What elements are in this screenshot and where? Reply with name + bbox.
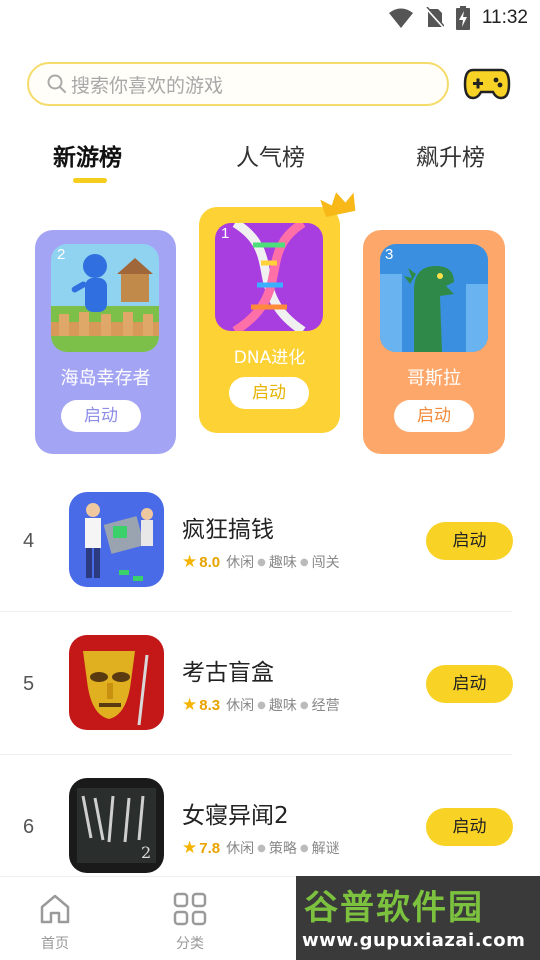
game-meta: ★ 8.3 休闲 ● 趣味 ● 经营 xyxy=(182,695,340,715)
game-icon-archaeology-blindbox xyxy=(69,635,164,730)
nav-label: 分类 xyxy=(176,936,204,952)
list-item[interactable]: 4 疯狂搞钱 ★ 8.0 休闲 ● 趣味 ● 闯关 启动 xyxy=(0,470,540,613)
game-icon-crazy-money xyxy=(69,492,164,587)
gamepad-icon[interactable] xyxy=(463,64,511,104)
game-icon-dna-evolution xyxy=(215,223,323,331)
grid-icon xyxy=(173,892,207,926)
game-tag: 趣味 xyxy=(268,698,297,714)
row-rank: 5 xyxy=(23,673,35,695)
game-title: 女寝异闻2 xyxy=(182,803,289,829)
game-tag: 休闲 xyxy=(226,698,255,714)
launch-button[interactable]: 启动 xyxy=(394,400,474,432)
nav-category[interactable]: 分类 xyxy=(160,891,220,953)
game-tag: 策略 xyxy=(268,841,297,857)
game-icon-godzilla xyxy=(380,244,488,352)
launch-button[interactable]: 启动 xyxy=(426,808,513,846)
status-bar: 11:32 xyxy=(0,0,540,36)
search-row: 搜索你喜欢的游戏 xyxy=(27,62,513,108)
game-icon-island-survivor xyxy=(51,244,159,352)
star-icon: ★ xyxy=(182,838,198,858)
game-tag: 趣味 xyxy=(268,555,297,571)
wifi-icon xyxy=(388,8,413,28)
status-time: 11:32 xyxy=(481,7,528,28)
svg-text:2: 2 xyxy=(141,843,151,862)
launch-button[interactable]: 启动 xyxy=(426,665,513,703)
podium-game-name: 海岛幸存者 xyxy=(60,368,151,389)
game-tag: 休闲 xyxy=(226,841,255,857)
nav-home[interactable]: 首页 xyxy=(25,891,85,953)
podium-rank: 3 xyxy=(385,246,394,263)
game-tag: 经营 xyxy=(311,698,340,714)
nav-label: 首页 xyxy=(41,936,69,952)
home-icon xyxy=(40,894,70,924)
launch-button[interactable]: 启动 xyxy=(426,522,513,560)
podium-card-3[interactable]: 3 哥斯拉 启动 xyxy=(363,230,505,454)
battery-charging-icon xyxy=(455,6,470,30)
game-meta: ★ 7.8 休闲 ● 策略 ● 解谜 xyxy=(182,838,340,858)
podium-card-2[interactable]: 2 2 海岛幸存者 启动 xyxy=(35,230,176,454)
tab-new-games[interactable]: 新游榜 xyxy=(53,138,122,172)
podium-card-1[interactable]: 1 DNA进化 启动 xyxy=(199,207,340,433)
row-rank: 6 xyxy=(23,816,35,838)
game-tag: 休闲 xyxy=(226,555,255,571)
watermark-url: www.gupuxiazai.com xyxy=(302,930,526,951)
game-score: 8.3 xyxy=(199,696,221,714)
row-rank: 4 xyxy=(23,530,35,552)
game-title: 疯狂搞钱 xyxy=(182,517,274,543)
game-meta: ★ 8.0 休闲 ● 趣味 ● 闯关 xyxy=(182,552,340,572)
tab-popular[interactable]: 人气榜 xyxy=(236,138,305,172)
game-score: 8.0 xyxy=(199,553,221,571)
crown-icon xyxy=(320,192,356,217)
podium-rank-overlay: 2 xyxy=(57,246,66,263)
ranking-tabs: 新游榜 人气榜 飙升榜 xyxy=(0,138,540,188)
game-tag: 闯关 xyxy=(311,555,340,571)
podium-game-name: DNA进化 xyxy=(233,348,306,368)
game-title: 考古盲盒 xyxy=(182,660,274,686)
game-score: 7.8 xyxy=(199,839,221,857)
search-icon xyxy=(47,74,66,93)
tab-rising[interactable]: 飙升榜 xyxy=(416,138,485,172)
podium-rank: 1 xyxy=(221,225,230,242)
watermark-title: 谷普软件园 xyxy=(304,888,484,928)
game-tag: 解谜 xyxy=(311,841,340,857)
star-icon: ★ xyxy=(182,552,198,572)
divider xyxy=(0,754,512,755)
game-icon-dorm-mystery: 2 xyxy=(69,778,164,873)
star-icon: ★ xyxy=(182,695,198,715)
launch-button[interactable]: 启动 xyxy=(229,377,309,409)
active-tab-indicator xyxy=(73,178,107,183)
list-item[interactable]: 5 考古盲盒 ★ 8.3 休闲 ● 趣味 ● 经营 启动 xyxy=(0,613,540,756)
launch-button[interactable]: 启动 xyxy=(61,400,141,432)
search-input[interactable]: 搜索你喜欢的游戏 xyxy=(27,62,449,106)
divider xyxy=(0,611,512,612)
search-placeholder: 搜索你喜欢的游戏 xyxy=(71,74,224,97)
podium-game-name: 哥斯拉 xyxy=(407,368,461,389)
no-sim-icon xyxy=(425,7,444,29)
watermark: 谷普软件园 www.gupuxiazai.com xyxy=(296,876,540,960)
